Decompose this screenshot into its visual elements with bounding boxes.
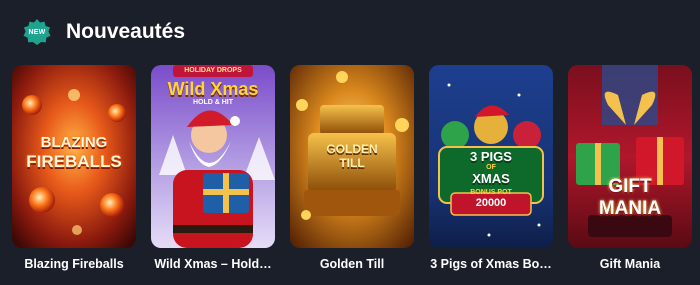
game-card-gift-mania[interactable]: GIFT MANIA Gift Mania xyxy=(568,65,692,280)
thumbnail-art-number: 20000 xyxy=(475,197,507,209)
thumbnail-art-text-line1: GIFT xyxy=(608,176,652,197)
new-badge-icon: NEW xyxy=(22,17,52,47)
thumbnail-art-text-line2: MANIA xyxy=(598,198,662,219)
game-title[interactable]: Golden Till xyxy=(286,257,418,271)
game-thumbnail[interactable]: GIFT MANIA xyxy=(568,65,692,248)
games-row: BLAZING FIREBALLS Blazing Fireballs HOLI… xyxy=(12,65,694,285)
thumbnail-art-top-text: HOLIDAY DROPS xyxy=(184,67,242,74)
game-card-wild-xmas[interactable]: HOLIDAY DROPS Wild Xmas HOLD & HIT Wild … xyxy=(151,65,275,280)
game-title[interactable]: Gift Mania xyxy=(564,257,696,271)
game-thumbnail[interactable]: GOLDEN TILL xyxy=(290,65,414,248)
thumbnail-art-text-line2: XMAS xyxy=(472,171,510,186)
thumbnail-art-of-text: OF xyxy=(486,164,496,171)
game-thumbnail[interactable]: HOLIDAY DROPS Wild Xmas HOLD & HIT xyxy=(151,65,275,248)
game-title[interactable]: Wild Xmas – Hold… xyxy=(147,257,279,271)
thumbnail-art-text-line1: BLAZING xyxy=(40,134,108,151)
new-badge-label: NEW xyxy=(28,28,46,36)
thumbnail-art-sub-text: HOLD & HIT xyxy=(192,99,234,106)
thumbnail-art-sub-text: BONUS POT xyxy=(470,189,512,196)
thumbnail-art-text-line2: FIREBALLS xyxy=(26,152,122,171)
thumbnail-art-text-line1: 3 PIGS xyxy=(470,149,512,164)
thumbnail-art-text-line1: GOLDEN xyxy=(326,142,378,156)
section-header: NEW Nouveautés xyxy=(22,14,185,50)
game-thumbnail[interactable]: BLAZING FIREBALLS xyxy=(12,65,136,248)
game-thumbnail[interactable]: 3 PIGS OF XMAS BONUS POT 20000 xyxy=(429,65,553,248)
section-title: Nouveautés xyxy=(66,20,186,43)
thumbnail-art-text-line1: Wild Xmas xyxy=(167,79,259,99)
game-card-3-pigs-of-xmas[interactable]: 3 PIGS OF XMAS BONUS POT 20000 3 Pigs of… xyxy=(429,65,553,280)
game-title[interactable]: Blazing Fireballs xyxy=(8,257,140,271)
game-card-golden-till[interactable]: GOLDEN TILL Golden Till xyxy=(290,65,414,280)
thumbnail-art-text-line2: TILL xyxy=(339,156,365,170)
game-card-blazing-fireballs[interactable]: BLAZING FIREBALLS Blazing Fireballs xyxy=(12,65,136,280)
game-title[interactable]: 3 Pigs of Xmas Bo… xyxy=(425,257,557,271)
